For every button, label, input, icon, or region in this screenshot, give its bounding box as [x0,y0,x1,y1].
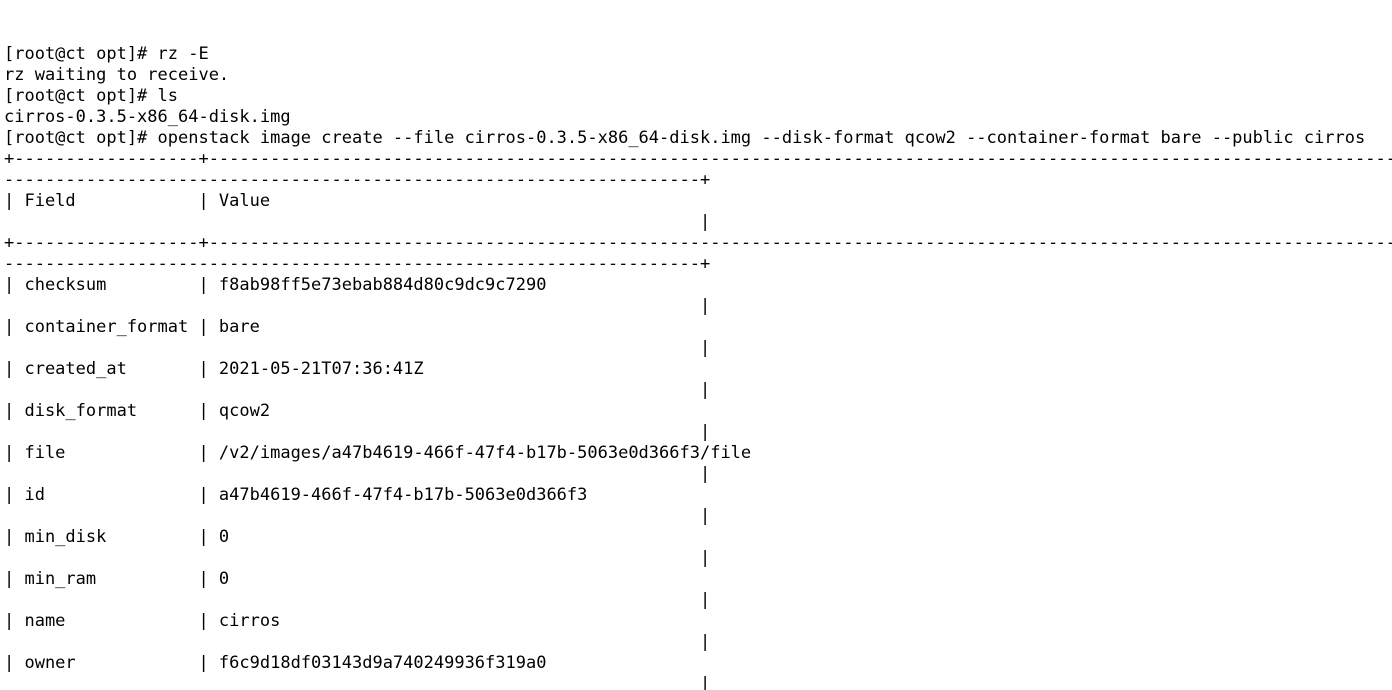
terminal-line: cirros-0.3.5-x86_64-disk.img [4,107,291,127]
terminal-line: | [4,422,711,442]
terminal-line: | min_disk | 0 [4,527,1392,547]
terminal-line: | [4,212,711,232]
terminal-line: | created_at | 2021-05-21T07:36:41Z [4,359,1392,379]
terminal-line: | [4,548,711,568]
terminal-line: | id | a47b4619-466f-47f4-b17b-5063e0d36… [4,485,1392,505]
terminal-line: | Field | Value [4,191,1392,211]
terminal-line: [root@ct opt]# rz -E [4,44,209,64]
terminal-line: | file | /v2/images/a47b4619-466f-47f4-b… [4,443,1392,463]
terminal-line: | container_format | bare [4,317,1392,337]
terminal-line: | [4,464,711,484]
terminal-line: | [4,380,711,400]
terminal-line: | owner | f6c9d18df03143d9a740249936f319… [4,653,1392,673]
terminal-output-buffer: [root@ct opt]# rz -E rz waiting to receiv… [4,44,1392,690]
terminal-line: ----------------------------------------… [4,170,711,190]
terminal-line: | disk_format | qcow2 [4,401,1392,421]
terminal-line: | [4,296,711,316]
terminal-line: | [4,506,711,526]
terminal-line: | name | cirros [4,611,1392,631]
terminal-screen[interactable]: [root@ct opt]# rz -E rz waiting to receiv… [0,0,1392,690]
terminal-line: | [4,338,711,358]
terminal-line: +------------------+--------------------… [4,233,1392,253]
terminal-line: | [4,632,711,652]
terminal-line: | [4,674,711,690]
terminal-line: +------------------+--------------------… [4,149,1392,169]
terminal-line: [root@ct opt]# ls [4,86,178,106]
terminal-line: | [4,590,711,610]
terminal-line: rz waiting to receive. [4,65,230,85]
terminal-line: [root@ct opt]# openstack image create --… [4,128,1366,148]
terminal-line: ----------------------------------------… [4,254,711,274]
terminal-line: | checksum | f8ab98ff5e73ebab884d80c9dc9… [4,275,1392,295]
terminal-line: | min_ram | 0 [4,569,1392,589]
